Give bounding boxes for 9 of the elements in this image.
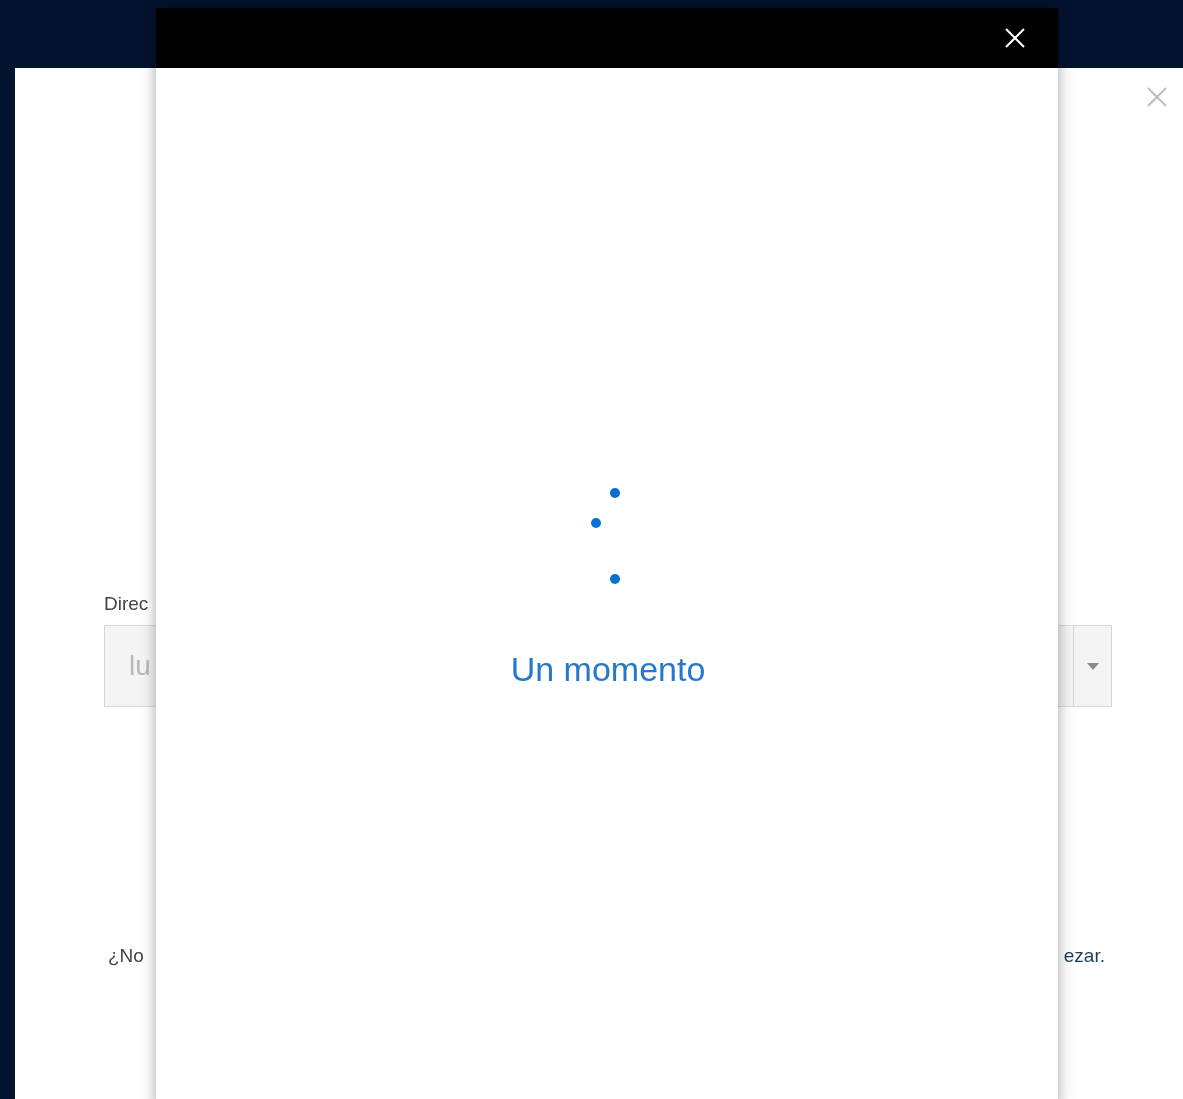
caret-icon bbox=[1086, 662, 1099, 670]
field-label: Direc bbox=[104, 593, 150, 615]
status-text: Un momento bbox=[510, 650, 706, 689]
close-icon bbox=[1147, 87, 1167, 107]
footer-text: ¿No bbox=[108, 945, 144, 967]
footer-link[interactable]: ezar. bbox=[1063, 945, 1105, 967]
spinner-icon bbox=[591, 488, 621, 584]
dropdown-button[interactable] bbox=[1073, 625, 1112, 707]
close-icon bbox=[1005, 28, 1025, 48]
